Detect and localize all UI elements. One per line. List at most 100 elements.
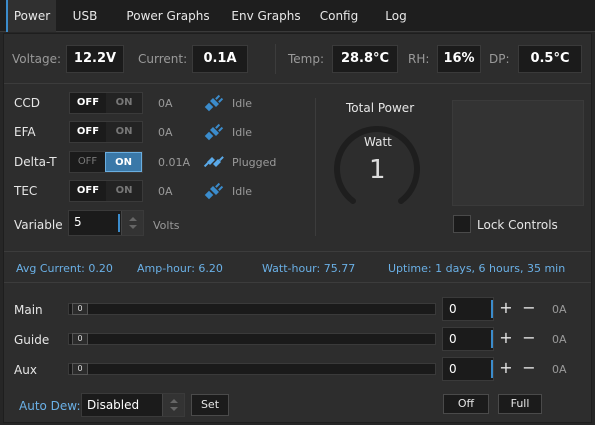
tab-log[interactable]: Log <box>374 0 418 32</box>
dew-main-amps: 0A <box>552 303 567 316</box>
output-tec-toggle[interactable]: OFF ON <box>69 180 143 202</box>
output-efa-toggle[interactable]: OFF ON <box>69 121 143 143</box>
variable-unit: Volts <box>153 219 180 232</box>
dropdown-arrows[interactable] <box>162 394 184 416</box>
amp-hour-stat: Amp-hour: 6.20 <box>137 262 223 275</box>
toggle-off[interactable]: OFF <box>70 181 106 201</box>
plug-icon <box>204 123 224 141</box>
dp-label: DP: <box>489 52 510 66</box>
output-efa-label: EFA <box>14 125 36 139</box>
select-updown-icon[interactable] <box>163 394 185 416</box>
toggle-off[interactable]: OFF <box>70 152 105 172</box>
output-efa-status: Idle <box>232 126 253 139</box>
output-efa-amps: 0A <box>158 126 173 139</box>
dew-main-slider-handle[interactable]: 0 <box>72 303 88 315</box>
outputs-divider <box>315 98 316 236</box>
toggle-on[interactable]: ON <box>106 122 142 142</box>
tab-config[interactable]: Config <box>312 0 366 32</box>
dew-guide-plus-button[interactable]: + <box>495 328 517 350</box>
dew-guide-slider-handle[interactable]: 0 <box>72 333 88 345</box>
text-cursor <box>491 330 493 348</box>
dew-guide-minus-button[interactable]: − <box>518 328 540 350</box>
plug-icon <box>204 182 224 200</box>
plug-icon <box>204 94 224 112</box>
output-ccd-toggle[interactable]: OFF ON <box>69 92 143 114</box>
lock-controls-label: Lock Controls <box>477 218 558 232</box>
section-divider-mid <box>4 251 591 252</box>
dew-aux-plus-button[interactable]: + <box>495 358 517 380</box>
text-cursor <box>491 300 493 318</box>
dew-main-label: Main <box>14 303 43 317</box>
dew-aux-label: Aux <box>14 363 37 377</box>
total-power-title: Total Power <box>346 101 415 115</box>
dew-guide-value: 0 <box>449 332 457 346</box>
tab-env-graphs[interactable]: Env Graphs <box>224 0 308 32</box>
dew-main-input[interactable]: 0 <box>442 297 494 321</box>
tab-usb[interactable]: USB <box>60 0 110 32</box>
total-power-value: 1 <box>369 155 386 185</box>
lock-controls-checkbox[interactable] <box>453 215 471 233</box>
tab-bar: Power USB Power Graphs Env Graphs Config… <box>0 0 595 32</box>
output-tec-amps: 0A <box>158 185 173 198</box>
dew-full-button[interactable]: Full <box>498 394 542 414</box>
dew-aux-input[interactable]: 0 <box>442 357 494 381</box>
section-divider-low <box>4 282 591 283</box>
dew-aux-amps: 0A <box>552 363 567 376</box>
output-tec-status: Idle <box>232 185 253 198</box>
dew-guide-input[interactable]: 0 <box>442 327 494 351</box>
temp-label: Temp: <box>288 52 325 66</box>
variable-label: Variable <box>14 218 63 232</box>
output-ccd-amps: 0A <box>158 97 173 110</box>
output-deltat-label: Delta-T <box>14 155 57 169</box>
voltage-value: 12.2V <box>66 45 124 73</box>
readings-divider <box>275 44 276 74</box>
variable-voltage-value: 5 <box>74 215 82 229</box>
dew-aux-slider[interactable] <box>68 363 436 375</box>
rh-label: RH: <box>408 52 430 66</box>
toggle-on[interactable]: ON <box>106 181 142 201</box>
plug-connected-icon <box>203 156 224 168</box>
temp-value: 28.8°C <box>332 45 398 73</box>
toggle-on[interactable]: ON <box>105 152 142 172</box>
auto-dew-select[interactable]: Disabled <box>81 393 185 417</box>
dew-main-value: 0 <box>449 302 457 316</box>
dew-aux-slider-handle[interactable]: 0 <box>72 363 88 375</box>
output-deltat-status: Plugged <box>232 156 277 169</box>
tab-power-graphs[interactable]: Power Graphs <box>120 0 216 32</box>
dew-guide-amps: 0A <box>552 333 567 346</box>
total-power-unit: Watt <box>364 135 392 149</box>
watt-hour-stat: Watt-hour: 75.77 <box>262 262 356 275</box>
output-ccd-status: Idle <box>232 97 253 110</box>
text-cursor <box>118 214 120 232</box>
text-cursor <box>491 360 493 378</box>
dew-main-minus-button[interactable]: − <box>518 298 540 320</box>
avg-current-stat: Avg Current: 0.20 <box>16 262 113 275</box>
dp-value: 0.5°C <box>518 45 582 73</box>
output-tec-label: TEC <box>14 184 38 198</box>
camera-preview-area <box>452 100 584 206</box>
dew-main-plus-button[interactable]: + <box>495 298 517 320</box>
toggle-off[interactable]: OFF <box>70 122 106 142</box>
variable-voltage-spinbox[interactable]: 5 <box>68 210 144 236</box>
toggle-on[interactable]: ON <box>106 93 142 113</box>
uptime-stat: Uptime: 1 days, 6 hours, 35 min <box>388 262 566 275</box>
dew-main-slider[interactable] <box>68 303 436 315</box>
dew-guide-slider[interactable] <box>68 333 436 345</box>
auto-dew-set-button[interactable]: Set <box>191 394 229 416</box>
section-divider-top <box>4 83 591 84</box>
spin-arrows[interactable] <box>121 211 143 235</box>
spin-updown-icon[interactable] <box>122 211 144 235</box>
tab-power[interactable]: Power <box>6 0 56 32</box>
output-deltat-amps: 0.01A <box>158 156 191 169</box>
output-deltat-toggle[interactable]: OFF ON <box>69 151 143 173</box>
dew-off-button[interactable]: Off <box>443 394 489 414</box>
auto-dew-selected: Disabled <box>87 398 140 412</box>
voltage-label: Voltage: <box>12 52 62 66</box>
rh-value: 16% <box>437 45 481 73</box>
dew-aux-minus-button[interactable]: − <box>518 358 540 380</box>
toggle-off[interactable]: OFF <box>70 93 106 113</box>
dew-aux-value: 0 <box>449 362 457 376</box>
current-label: Current: <box>138 52 188 66</box>
auto-dew-label: Auto Dew: <box>19 399 81 413</box>
current-value: 0.1A <box>192 45 248 73</box>
